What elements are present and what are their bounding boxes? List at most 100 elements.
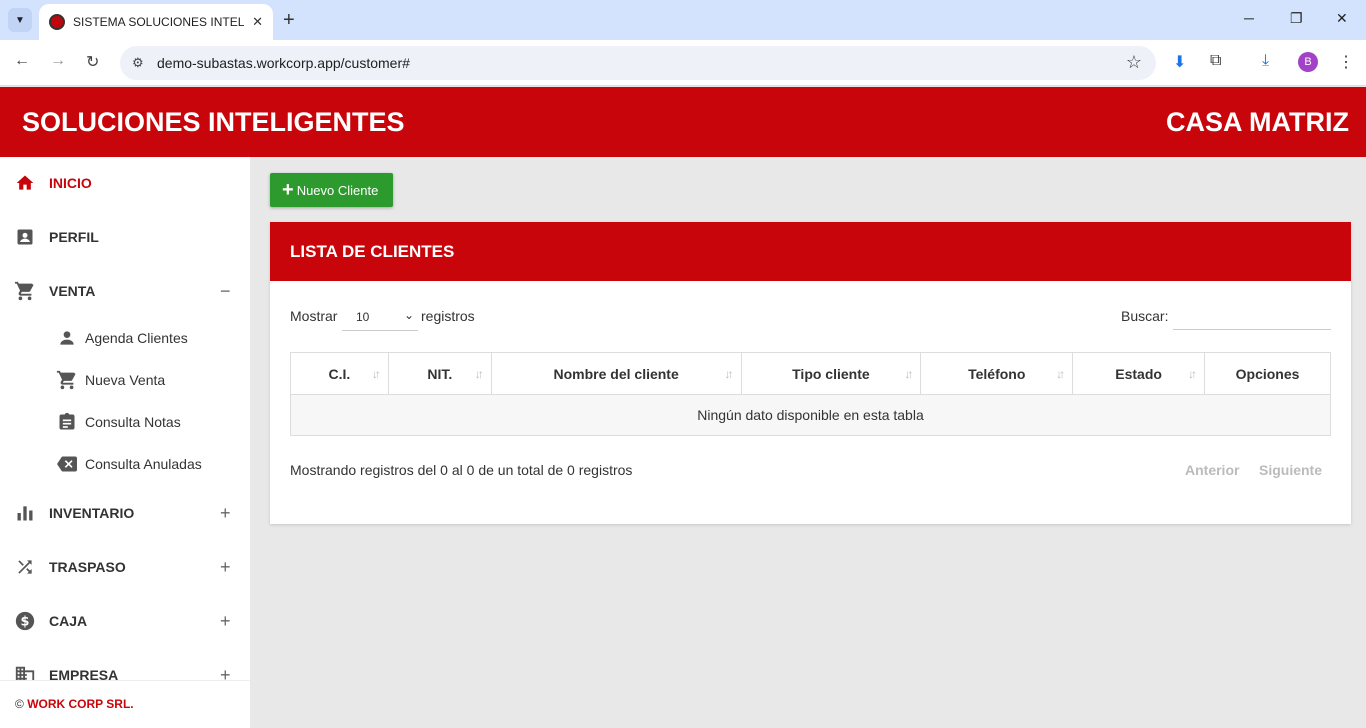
page-length-value: 10: [356, 310, 370, 324]
brand-title: SOLUCIONES INTELIGENTES: [22, 107, 405, 137]
svg-text:$: $: [21, 615, 30, 630]
sort-icon: ↓↑: [371, 367, 381, 381]
new-customer-button[interactable]: + Nuevo Cliente: [270, 173, 393, 207]
tab-title: SISTEMA SOLUCIONES INTELIGENTES: [73, 15, 245, 29]
site-settings-icon[interactable]: ⚙: [132, 55, 144, 71]
sidebar-item-label: TRASPASO: [49, 559, 126, 575]
sort-icon: ↓↑: [474, 367, 484, 381]
sidebar-item-venta[interactable]: VENTA −: [0, 271, 250, 311]
person-icon: [56, 327, 78, 349]
downloads-icon[interactable]: ⤓: [1262, 52, 1269, 70]
table-header-row: C.I. ↓↑ NIT. ↓↑ Nombre del cliente ↓↑ Tipo …: [290, 352, 1331, 395]
expand-icon[interactable]: +: [220, 503, 231, 524]
sort-icon: ↓↑: [1188, 367, 1197, 381]
column-label: Teléfono: [968, 365, 1026, 382]
sidebar-subitem-consulta-notas[interactable]: Consulta Notas: [0, 404, 250, 440]
column-header-estado[interactable]: Estado ↓↑: [1072, 352, 1206, 395]
backspace-x-icon: [56, 453, 78, 475]
column-header-telefono[interactable]: Teléfono ↓↑: [920, 352, 1074, 395]
bookmark-star-icon[interactable]: ☆: [1126, 52, 1142, 73]
sidebar-subitem-label: Consulta Anuladas: [85, 456, 202, 472]
sidebar: INICIO PERFIL VENTA − Agenda Clientes Nu…: [0, 157, 250, 728]
column-header-ci[interactable]: C.I. ↓↑: [290, 352, 389, 395]
sort-icon: ↓↑: [724, 367, 734, 381]
page-length-select[interactable]: 10 ⌄: [342, 303, 418, 331]
browser-tab-bar: ▼ SISTEMA SOLUCIONES INTELIGENTES ✕ + ─ …: [0, 0, 1366, 40]
sidebar-subitem-label: Nueva Venta: [85, 372, 166, 388]
home-icon: [14, 172, 36, 194]
column-label: NIT.: [427, 365, 453, 382]
empty-table-message: Ningún dato disponible en esta tabla: [290, 394, 1331, 436]
sidebar-footer: © WORK CORP SRL.: [0, 680, 250, 728]
pagination-next[interactable]: Siguiente: [1259, 462, 1322, 478]
sidebar-subitem-nueva-venta[interactable]: Nueva Venta: [0, 362, 250, 398]
column-label: Tipo cliente: [792, 365, 870, 382]
shuffle-icon: [14, 556, 36, 578]
new-tab-icon[interactable]: +: [283, 8, 295, 32]
table-row: Ningún dato disponible en esta tabla: [290, 394, 1331, 436]
column-label: Estado: [1115, 365, 1162, 382]
footer-company[interactable]: WORK CORP SRL.: [27, 697, 133, 711]
length-label-after: registros: [421, 308, 475, 324]
extension-download-icon[interactable]: ⬇: [1173, 52, 1186, 72]
restore-icon[interactable]: ❐: [1290, 10, 1303, 27]
sidebar-subitem-consulta-anuladas[interactable]: Consulta Anuladas: [0, 446, 250, 482]
column-header-nit[interactable]: NIT. ↓↑: [387, 352, 492, 395]
sidebar-subitem-label: Consulta Notas: [85, 414, 181, 430]
search-label: Buscar:: [1121, 308, 1169, 324]
sidebar-subitem-agenda-clientes[interactable]: Agenda Clientes: [0, 320, 250, 356]
plus-icon: +: [282, 179, 294, 201]
browser-tab[interactable]: SISTEMA SOLUCIONES INTELIGENTES ✕: [39, 4, 273, 40]
sidebar-item-traspaso[interactable]: TRASPASO +: [0, 547, 250, 587]
column-label: Nombre del cliente: [553, 365, 679, 382]
tab-search-chevron-icon[interactable]: ▼: [8, 8, 32, 32]
card-header: LISTA DE CLIENTES: [270, 222, 1351, 281]
expand-icon[interactable]: +: [220, 557, 231, 578]
cart-icon: [56, 369, 78, 391]
sidebar-item-perfil[interactable]: PERFIL: [0, 217, 250, 257]
column-header-nombre[interactable]: Nombre del cliente ↓↑: [490, 352, 742, 395]
forward-icon[interactable]: →: [50, 52, 66, 70]
search-input[interactable]: [1173, 302, 1331, 330]
pagination-previous[interactable]: Anterior: [1185, 462, 1239, 478]
sidebar-item-caja[interactable]: $ CAJA +: [0, 601, 250, 641]
column-label: Opciones: [1235, 365, 1300, 382]
sort-icon: ↓↑: [904, 367, 913, 381]
sort-icon: ↓↑: [1056, 367, 1065, 381]
new-customer-label: Nuevo Cliente: [296, 182, 379, 198]
branch-name: CASA MATRIZ: [1166, 107, 1349, 137]
column-header-opciones: Opciones: [1204, 352, 1331, 395]
sidebar-item-label: INVENTARIO: [49, 505, 135, 521]
card-title: LISTA DE CLIENTES: [290, 242, 455, 261]
dollar-circle-icon: $: [14, 610, 36, 632]
profile-avatar[interactable]: B: [1298, 52, 1318, 72]
url-text: demo-subastas.workcorp.app/customer#: [157, 55, 410, 71]
collapse-icon[interactable]: −: [220, 281, 231, 302]
minimize-icon[interactable]: ─: [1244, 10, 1254, 26]
browser-toolbar: ← → ↻ ⚙ demo-subastas.workcorp.app/custo…: [0, 40, 1366, 86]
sidebar-item-inventario[interactable]: INVENTARIO +: [0, 493, 250, 533]
extensions-puzzle-icon[interactable]: ⧉: [1210, 52, 1221, 70]
sidebar-subitem-label: Agenda Clientes: [85, 330, 188, 346]
sidebar-item-label: INICIO: [49, 175, 92, 191]
sidebar-item-label: PERFIL: [49, 229, 99, 245]
sidebar-item-label: CAJA: [49, 613, 88, 629]
clipboard-icon: [56, 411, 78, 433]
copyright-symbol: ©: [15, 697, 24, 711]
sidebar-item-label: VENTA: [49, 283, 96, 299]
tab-close-icon[interactable]: ✕: [252, 14, 263, 30]
site-favicon-icon: [49, 14, 65, 30]
expand-icon[interactable]: +: [220, 611, 231, 632]
close-window-icon[interactable]: ✕: [1336, 10, 1348, 27]
app-header: SOLUCIONES INTELIGENTES CASA MATRIZ: [0, 87, 1366, 157]
profile-card-icon: [14, 226, 36, 248]
sidebar-item-inicio[interactable]: INICIO: [0, 163, 250, 203]
length-label-before: Mostrar: [290, 308, 338, 324]
column-header-tipo[interactable]: Tipo cliente ↓↑: [740, 352, 922, 395]
browser-menu-icon[interactable]: ⋮: [1338, 52, 1354, 72]
reload-icon[interactable]: ↻: [86, 52, 99, 72]
back-icon[interactable]: ←: [14, 52, 30, 70]
table-info: Mostrando registros del 0 al 0 de un tot…: [290, 462, 633, 478]
chevron-down-icon: ⌄: [403, 308, 414, 322]
address-bar[interactable]: ⚙ demo-subastas.workcorp.app/customer# ☆: [120, 46, 1156, 80]
